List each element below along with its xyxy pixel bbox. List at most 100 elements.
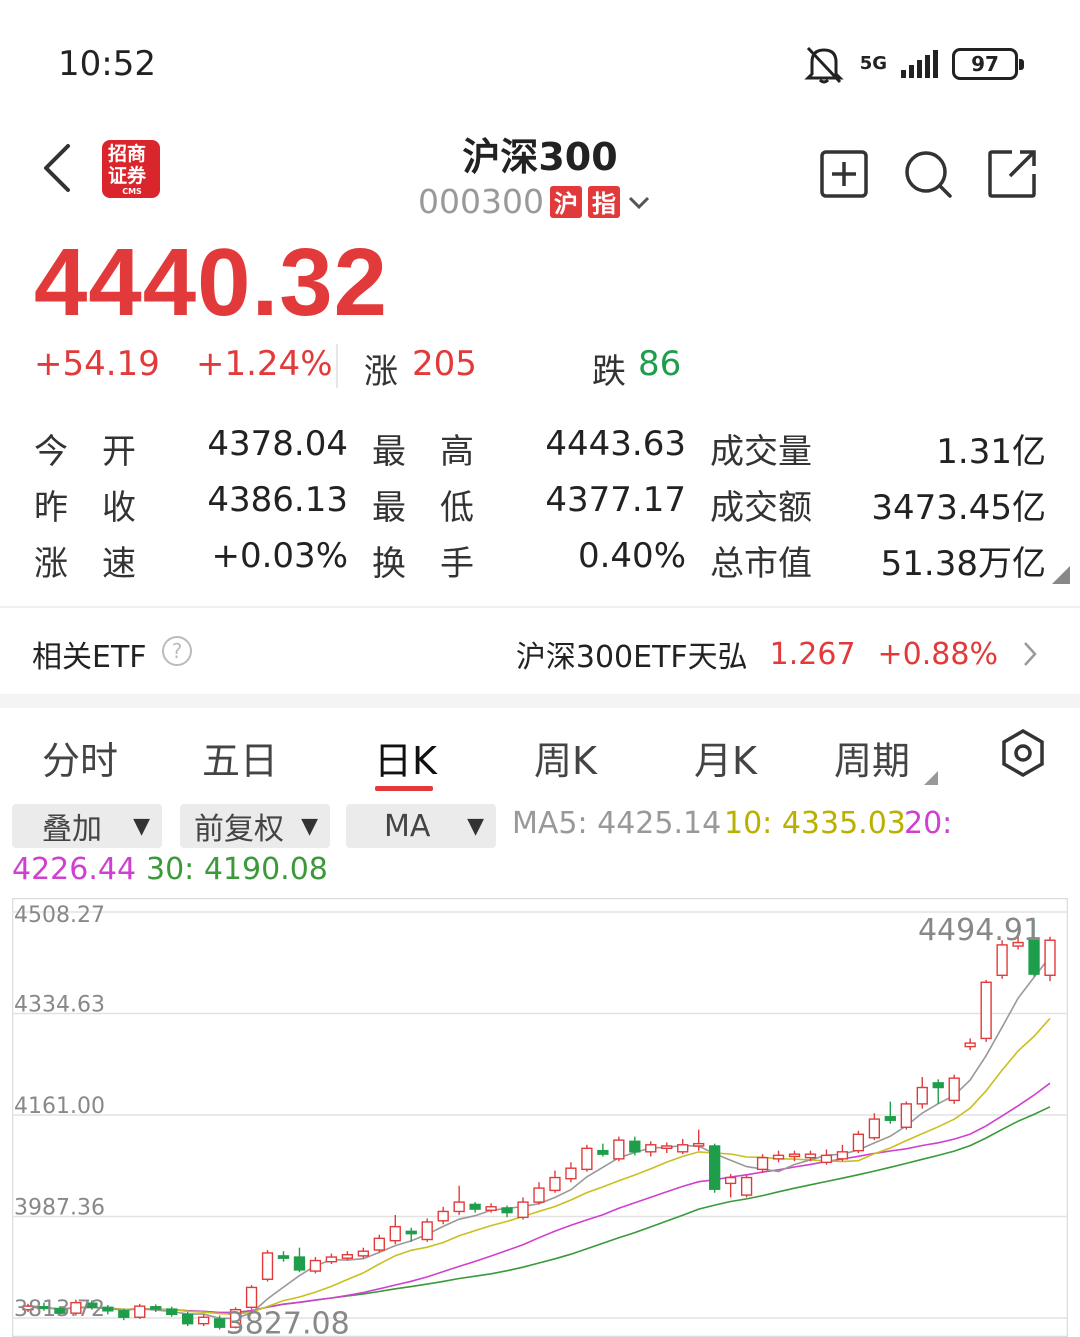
mute-bell-icon bbox=[804, 46, 844, 84]
add-watchlist-icon[interactable] bbox=[818, 148, 870, 200]
candle-up bbox=[341, 1254, 354, 1259]
candle-up bbox=[964, 1042, 976, 1048]
min-price-label: 3827.08 bbox=[226, 1307, 350, 1337]
ma5-line bbox=[27, 956, 1051, 1320]
ma20-label: 20: bbox=[904, 806, 953, 841]
candle-up bbox=[772, 1154, 785, 1160]
adjust-dropdown-label: 前复权 bbox=[194, 812, 284, 847]
candle-down bbox=[932, 1082, 944, 1089]
tab-monthly-k[interactable]: 月K bbox=[694, 730, 757, 785]
candle-up bbox=[980, 981, 992, 1040]
candle-up bbox=[916, 1086, 928, 1105]
chevron-down-icon bbox=[628, 196, 650, 209]
indicator-dropdown[interactable]: MA ▼ bbox=[346, 804, 496, 848]
candle-up bbox=[485, 1206, 497, 1211]
help-icon[interactable]: ? bbox=[162, 636, 192, 666]
low-value: 4377.17 bbox=[545, 480, 686, 520]
candle-up bbox=[533, 1187, 545, 1203]
signal-bars-icon bbox=[901, 50, 938, 78]
candle-up bbox=[900, 1103, 912, 1128]
tab-intraday[interactable]: 分时 bbox=[42, 730, 118, 785]
candle-up bbox=[820, 1154, 833, 1164]
indicator-dropdown-label: MA bbox=[384, 808, 431, 844]
related-etf-link[interactable]: 沪深300ETF天弘 1.267 +0.88% bbox=[516, 632, 1040, 676]
candle-up bbox=[581, 1147, 593, 1171]
ma10-value: 10: 4335.03 bbox=[724, 806, 906, 841]
candle-up bbox=[724, 1176, 737, 1185]
dropdown-arrow-icon: ▼ bbox=[301, 813, 318, 839]
candle-up bbox=[996, 944, 1008, 976]
candle-down bbox=[166, 1308, 178, 1316]
candle-down bbox=[277, 1255, 290, 1259]
etf-price: 1.267 bbox=[769, 636, 856, 672]
volume-label: 成交量 bbox=[710, 432, 812, 472]
y-tick-label: 3987.36 bbox=[14, 1195, 105, 1220]
security-code-selector[interactable]: 000300 沪 指 bbox=[418, 182, 652, 221]
tab-period-label: 周期 bbox=[834, 739, 911, 783]
candle-up bbox=[677, 1144, 689, 1153]
network-type: 5G bbox=[859, 53, 887, 74]
tab-period[interactable]: 周期 bbox=[834, 730, 939, 785]
candle-up bbox=[517, 1201, 529, 1218]
candle-up bbox=[245, 1286, 258, 1309]
ma30-line bbox=[27, 1106, 1051, 1314]
candle-up bbox=[1044, 939, 1056, 976]
related-etf-label: 相关ETF bbox=[32, 640, 147, 675]
candle-up bbox=[134, 1305, 146, 1318]
price-change: +54.19 bbox=[34, 344, 160, 384]
advancers-count: 205 bbox=[412, 344, 477, 384]
security-code: 000300 bbox=[418, 182, 544, 221]
market-cap-value: 51.38万亿 bbox=[880, 544, 1046, 584]
amount-value: 3473.45亿 bbox=[871, 488, 1046, 528]
status-icons: 5G 97 bbox=[802, 44, 1024, 84]
candle-up bbox=[756, 1156, 769, 1171]
dropdown-arrow-icon: ▼ bbox=[133, 813, 150, 839]
ma5-value: MA5: 4425.14 bbox=[512, 806, 722, 841]
price-change-percent: +1.24% bbox=[196, 344, 333, 384]
high-label: 最 高 bbox=[372, 432, 474, 472]
candle-down bbox=[884, 1116, 896, 1121]
divider bbox=[336, 344, 338, 388]
candle-up bbox=[421, 1221, 433, 1241]
etf-change-percent: +0.88% bbox=[877, 636, 998, 672]
turnover-label: 换 手 bbox=[372, 544, 474, 584]
status-time: 10:52 bbox=[58, 44, 156, 84]
candle-up bbox=[197, 1316, 210, 1325]
etf-name: 沪深300ETF天弘 bbox=[515, 640, 748, 675]
ma30-value: 30: 4190.08 bbox=[146, 852, 328, 887]
candle-up bbox=[661, 1145, 673, 1150]
candle-up bbox=[740, 1176, 753, 1196]
speed-label: 涨 速 bbox=[34, 544, 136, 584]
y-tick-label: 4508.27 bbox=[14, 903, 105, 928]
candle-down bbox=[182, 1313, 194, 1325]
tab-daily-k[interactable]: 日K bbox=[374, 730, 437, 785]
open-value: 4378.04 bbox=[207, 424, 348, 464]
candle-up bbox=[868, 1118, 881, 1139]
overlay-dropdown[interactable]: 叠加 ▼ bbox=[12, 804, 162, 848]
candle-up bbox=[613, 1139, 625, 1160]
open-label: 今 开 bbox=[34, 432, 136, 472]
tab-five-day[interactable]: 五日 bbox=[202, 730, 278, 785]
adjust-dropdown[interactable]: 前复权 ▼ bbox=[180, 804, 330, 848]
candle-down bbox=[213, 1318, 226, 1328]
volume-value: 1.31亿 bbox=[936, 432, 1046, 472]
candle-up bbox=[836, 1151, 849, 1160]
candlestick-chart[interactable]: 4508.27 4334.63 4161.00 3987.36 3813.72 4494.… bbox=[12, 898, 1068, 1337]
candle-down bbox=[293, 1256, 306, 1271]
share-icon[interactable] bbox=[986, 148, 1038, 200]
ma20-value: 4226.44 bbox=[12, 852, 137, 887]
settings-hexagon-icon[interactable] bbox=[1000, 728, 1046, 778]
decliners-label: 跌 bbox=[592, 352, 626, 392]
tab-weekly-k[interactable]: 周K bbox=[534, 730, 597, 785]
decliners-count: 86 bbox=[638, 344, 682, 384]
candle-down bbox=[150, 1306, 162, 1310]
high-value: 4443.63 bbox=[545, 424, 686, 464]
expand-corner-icon[interactable] bbox=[1052, 566, 1070, 584]
low-label: 最 低 bbox=[372, 488, 474, 528]
candle-up bbox=[645, 1144, 657, 1153]
search-icon[interactable] bbox=[902, 148, 954, 200]
speed-value: +0.03% bbox=[211, 536, 349, 576]
candle-down bbox=[709, 1145, 721, 1190]
advancers-label: 涨 bbox=[364, 352, 398, 392]
prev-close-value: 4386.13 bbox=[207, 480, 348, 520]
